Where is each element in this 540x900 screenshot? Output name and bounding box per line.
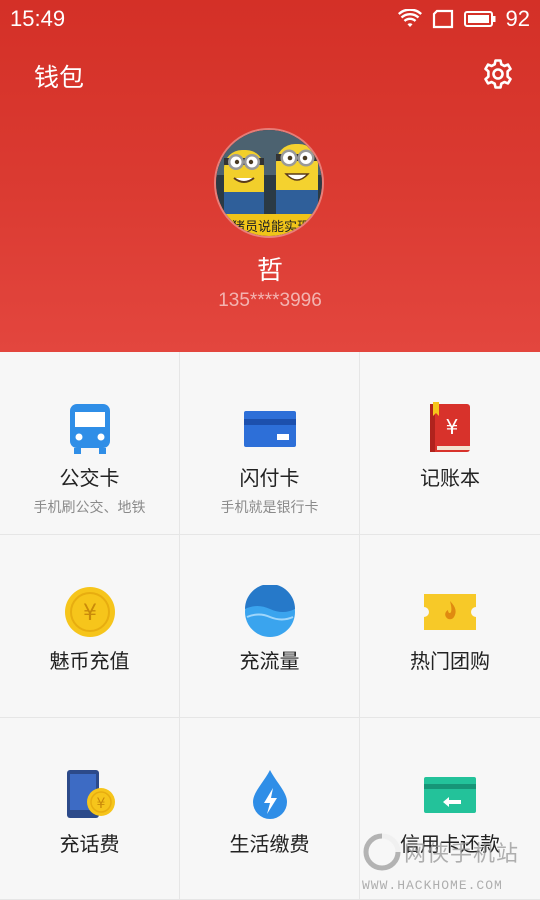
svg-text:¥: ¥: [83, 601, 97, 626]
battery-percentage: 92: [505, 6, 530, 31]
status-icons: 92: [397, 6, 530, 32]
wallet-header: 15:49 92 钱包 猪员说能实现 哲 135****3996: [0, 0, 540, 352]
grid-item-credit-card-repay[interactable]: 信用卡还款: [360, 718, 540, 900]
grid-item-subtitle: 手机就是银行卡: [220, 500, 319, 516]
username: 哲: [256, 256, 283, 286]
grid-item-label: 记账本: [420, 466, 480, 490]
grid-item-subtitle: 手机刷公交、地铁: [33, 500, 146, 516]
grid-item-account-book[interactable]: ¥ 记账本: [360, 352, 540, 535]
grid-item-label: 信用卡还款: [400, 832, 500, 856]
phone-recharge-icon: ¥: [67, 770, 115, 818]
grid-item-label: 魅币充值: [49, 649, 130, 673]
grid-item-label: 生活缴费: [229, 832, 310, 856]
gear-icon[interactable]: [482, 58, 514, 90]
grid-item-data-traffic[interactable]: 充流量: [180, 535, 360, 718]
grid-item-group-buy[interactable]: 热门团购: [360, 535, 540, 718]
page-title: 钱包: [34, 63, 85, 92]
group-buy-ticket-icon: [424, 594, 476, 630]
grid-item-bus-card[interactable]: 公交卡 手机刷公交、地铁: [0, 352, 180, 535]
service-grid: 公交卡 手机刷公交、地铁 闪付卡 手机就是银行卡 ¥ 记账本 ¥ 魅币充值 充流…: [0, 352, 540, 900]
status-bar: 15:49 92: [0, 0, 540, 36]
account-book-icon: ¥: [430, 402, 470, 452]
data-traffic-icon: [245, 585, 295, 637]
bus-icon: [70, 404, 110, 454]
grid-item-label: 公交卡: [59, 466, 120, 490]
grid-item-utility-bills[interactable]: 生活缴费: [180, 718, 360, 900]
avatar-caption: 猪员说能实现: [231, 220, 310, 235]
battery-icon: [463, 11, 496, 27]
status-time: 15:49: [10, 6, 66, 31]
grid-item-quickpass-card[interactable]: 闪付卡 手机就是银行卡: [180, 352, 360, 535]
title-bar: 钱包: [0, 50, 540, 100]
utility-bill-icon: [253, 770, 287, 819]
grid-item-coin-recharge[interactable]: ¥ 魅币充值: [0, 535, 180, 718]
grid-item-label: 热门团购: [410, 649, 490, 673]
credit-card-repay-icon: [424, 777, 476, 813]
grid-item-label: 闪付卡: [239, 466, 300, 490]
sim-icon: [432, 9, 453, 29]
wifi-icon: [397, 9, 422, 27]
phone-number: 135****3996: [218, 290, 322, 311]
grid-item-label: 充流量: [239, 649, 300, 673]
svg-text:¥: ¥: [446, 415, 459, 439]
coin-icon: ¥: [65, 587, 115, 637]
bank-card-icon: [244, 411, 296, 447]
avatar[interactable]: 猪员说能实现: [214, 128, 324, 238]
grid-item-label: 充话费: [59, 832, 120, 856]
grid-item-phone-recharge[interactable]: ¥ 充话费: [0, 718, 180, 900]
svg-text:¥: ¥: [97, 796, 106, 812]
